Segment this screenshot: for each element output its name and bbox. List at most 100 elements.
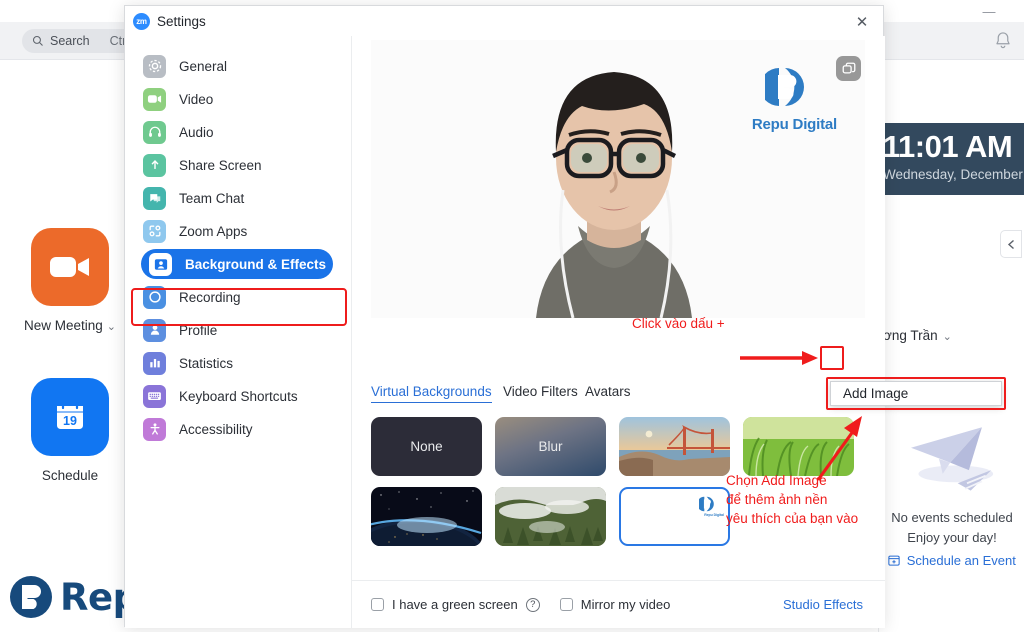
background-thumb-golden-gate[interactable] [619, 417, 730, 476]
background-thumb-image [495, 487, 606, 546]
search-icon [32, 35, 43, 46]
sidebar-item-keyboard-shortcuts[interactable]: Keyboard Shortcuts [139, 381, 339, 411]
video-icon [143, 87, 166, 111]
background-thumb-image [743, 417, 854, 476]
no-events-block: No events scheduled Enjoy your day! Sche… [879, 508, 1024, 571]
keyboard-icon [143, 384, 166, 408]
sidebar-item-video[interactable]: Video [139, 84, 339, 114]
video-preview: Repu Digital [371, 40, 865, 318]
calendar-icon: 19 [57, 401, 83, 429]
settings-footer: I have a green screen ? Mirror my video … [352, 580, 885, 628]
sidebar-item-label: Background & Effects [185, 256, 327, 272]
mirror-video-label: Mirror my video [580, 597, 671, 612]
sidebar-item-zoom-apps[interactable]: Zoom Apps [139, 216, 339, 246]
clock-date: Wednesday, December 2 [883, 167, 1024, 182]
background-thumb-image [371, 487, 482, 546]
chat-icon [143, 186, 166, 210]
background-thumb-image [619, 417, 730, 476]
repu-logo-icon [699, 496, 714, 512]
user-name-text: ơng Trần [883, 328, 938, 343]
sidebar-item-label: Video [179, 91, 214, 107]
repu-logo-icon [760, 68, 805, 106]
schedule-button[interactable]: 19 Schedule [22, 378, 118, 483]
settings-title: Settings [157, 13, 206, 29]
plus-icon: + [941, 387, 949, 402]
studio-effects-link[interactable]: Studio Effects [783, 597, 863, 612]
background-thumb-earth[interactable] [371, 487, 482, 546]
question-icon[interactable]: ? [525, 597, 540, 612]
background-thumb-blur[interactable]: Blur [495, 417, 606, 476]
new-meeting-label: New Meeting ⌄ [22, 318, 118, 333]
background-thumb-label: None [410, 439, 443, 454]
tab-virtual-backgrounds[interactable]: Virtual Backgrounds [371, 384, 492, 403]
minimize-button[interactable]: — [976, 2, 1002, 20]
background-thumb-forest[interactable] [495, 487, 606, 546]
accessibility-icon [143, 417, 166, 441]
green-screen-label: I have a green screen [392, 597, 518, 612]
sidebar-item-label: Keyboard Shortcuts [179, 388, 298, 404]
sidebar-item-label: General [179, 58, 228, 74]
picture-in-picture-icon[interactable] [836, 56, 861, 81]
green-screen-checkbox[interactable] [371, 598, 384, 611]
repu-logo-icon [10, 576, 52, 618]
sidebar-item-label: Audio [179, 124, 214, 140]
upload-icon [143, 153, 166, 177]
video-camera-icon [50, 257, 89, 277]
tab-video-filters[interactable]: Video Filters [503, 384, 578, 399]
sidebar-item-accessibility[interactable]: Accessibility [139, 414, 339, 444]
sidebar-item-share-screen[interactable]: Share Screen [139, 150, 339, 180]
chevron-down-icon: ⌄ [942, 331, 952, 343]
new-meeting-button[interactable]: New Meeting ⌄ [22, 228, 118, 333]
chevron-left-icon [1007, 239, 1014, 249]
schedule-event-label: Schedule an Event [906, 553, 1016, 568]
sidebar-item-background-effects[interactable]: Background & Effects [141, 249, 333, 279]
no-events-line2: Enjoy your day! [907, 529, 997, 545]
sidebar-item-label: Statistics [179, 355, 234, 371]
collapse-panel-button[interactable] [1000, 230, 1022, 258]
user-name-dropdown[interactable]: ơng Trần ⌄ [883, 328, 952, 343]
sidebar-item-label: Recording [179, 289, 241, 305]
sidebar-item-label: Profile [179, 322, 218, 338]
bell-icon[interactable] [992, 30, 1014, 52]
sidebar-item-label: Share Screen [179, 157, 262, 173]
paper-plane-illustration [911, 427, 994, 491]
background-thumb-grass[interactable] [743, 417, 854, 476]
zoom-app-icon: zm [133, 12, 150, 30]
sidebar-item-audio[interactable]: Audio [139, 117, 339, 147]
sidebar-item-profile[interactable]: Profile [139, 315, 339, 345]
settings-sidebar: General Video Audio Share Screen Team Ch… [125, 36, 352, 628]
clock-time: 11:01 AM [883, 129, 1013, 164]
no-events-line1: No events scheduled [891, 510, 1013, 525]
sidebar-item-recording[interactable]: Recording [139, 282, 339, 312]
bar-chart-icon [143, 351, 166, 375]
close-icon[interactable]: ✕ [847, 10, 877, 34]
background-thumb-label: Blur [538, 439, 563, 454]
profile-icon [143, 318, 166, 342]
new-meeting-text: New Meeting [23, 318, 103, 333]
svg-text:19: 19 [63, 414, 77, 428]
headphones-icon [143, 120, 166, 144]
record-icon [143, 285, 166, 309]
chevron-down-icon[interactable]: ⌄ [107, 321, 116, 333]
new-meeting-icon-tile [31, 228, 109, 306]
sidebar-item-statistics[interactable]: Statistics [139, 348, 339, 378]
search-placeholder: Search [50, 34, 90, 48]
settings-dialog: zm Settings ✕ General Video Audio Share … [124, 5, 954, 628]
schedule-event-link[interactable]: Schedule an Event [879, 551, 1024, 571]
sidebar-item-team-chat[interactable]: Team Chat [139, 183, 339, 213]
sidebar-item-label: Team Chat [179, 190, 245, 206]
custom-thumb-brand-text: Repu Digital [704, 513, 724, 517]
apps-icon [143, 219, 166, 243]
add-background-button[interactable]: + [937, 386, 954, 403]
settings-content: Repu Digital Virtual Backgrounds Video F… [352, 36, 954, 628]
clock-card: 11:01 AM Wednesday, December 2 [879, 123, 1024, 195]
background-tabs: Virtual Backgrounds Video Filters Avatar… [371, 384, 865, 408]
mirror-video-checkbox[interactable] [559, 598, 573, 611]
background-thumb-none[interactable]: None [371, 417, 482, 476]
calendar-plus-icon [888, 555, 900, 566]
tab-avatars[interactable]: Avatars [585, 384, 631, 399]
background-thumb-custom-repu[interactable]: Repu Digital [619, 487, 730, 546]
sidebar-item-general[interactable]: General [139, 51, 339, 81]
right-side-panel: 11:01 AM Wednesday, December 2 ơng Trần ⌄ [878, 120, 1024, 632]
schedule-icon-tile: 19 [31, 378, 109, 456]
